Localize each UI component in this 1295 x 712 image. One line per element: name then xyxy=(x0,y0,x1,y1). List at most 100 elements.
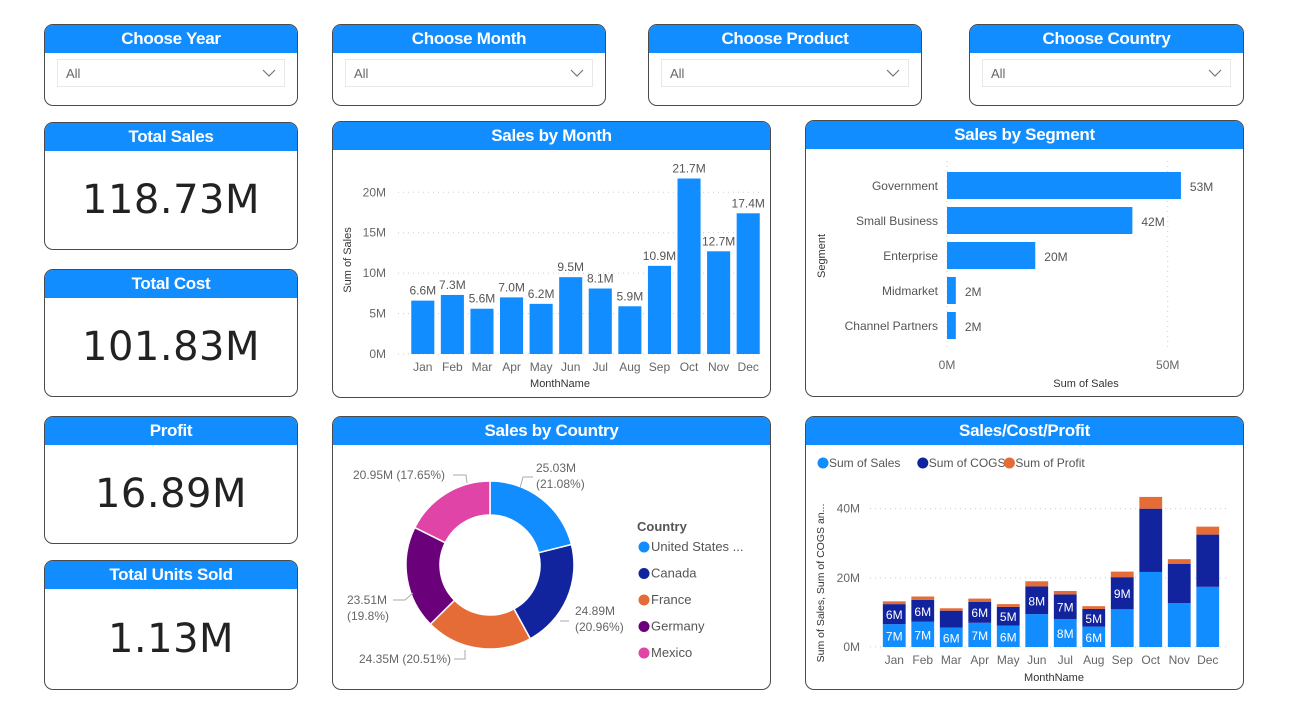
donut-slice xyxy=(413,480,491,544)
legend-marker xyxy=(638,621,650,632)
legend-title: Country xyxy=(637,519,688,534)
stacked-segment xyxy=(996,604,1020,607)
kpi-total-units-sold: Total Units Sold 1.13M xyxy=(44,560,298,690)
data-label: 2M xyxy=(965,320,982,334)
kpi-value: 101.83M xyxy=(82,324,260,370)
y-tick-label: Channel Partners xyxy=(845,319,938,333)
slicer-year: Choose Year All xyxy=(44,24,298,106)
y-tick-label: 0M xyxy=(843,640,860,654)
data-label: 5.9M xyxy=(617,289,644,303)
x-tick-label: Oct xyxy=(680,360,699,374)
x-tick-label: Apr xyxy=(970,653,989,667)
sales-by-country-chart: 25.03M (21.08%) 24.89M (20.96%) 24.35M (20.5… xyxy=(347,461,744,666)
x-axis-title: Sum of Sales xyxy=(1053,378,1119,390)
data-label: 5.6M xyxy=(469,292,496,306)
x-tick-label: 0M xyxy=(939,358,956,372)
x-tick-label: Jul xyxy=(1058,653,1073,667)
legend-marker xyxy=(638,541,650,553)
x-tick-label: Feb xyxy=(912,653,933,667)
kpi-title: Total Sales xyxy=(45,123,297,151)
slicer-title: Choose Country xyxy=(970,25,1243,53)
y-tick-label: Enterprise xyxy=(883,249,938,263)
kpi-value: 1.13M xyxy=(107,616,235,662)
data-label: 25.03M xyxy=(536,461,576,475)
legend-label: Sum of Profit xyxy=(1015,456,1085,470)
data-label: 6M xyxy=(971,606,988,620)
data-label: 6M xyxy=(1000,630,1017,644)
dropdown-value: All xyxy=(66,66,81,81)
data-label: 6M xyxy=(914,605,931,619)
stacked-segment xyxy=(1167,564,1191,604)
x-tick-label: Apr xyxy=(502,360,521,374)
chart-title: Sales by Country xyxy=(333,417,770,445)
chevron-down-icon xyxy=(262,69,276,77)
bar xyxy=(559,277,583,354)
kpi-profit: Profit 16.89M xyxy=(44,416,298,544)
sales-cost-profit-chart: Sum of Sales Sum of COGS Sum of Profit 0M 20… xyxy=(815,456,1230,684)
y-tick-label: 10M xyxy=(363,266,386,280)
product-dropdown[interactable]: All xyxy=(661,59,909,87)
data-label: 8M xyxy=(1057,627,1074,641)
y-tick-label: Midmarket xyxy=(882,284,939,298)
sales-by-segment-visual[interactable]: Sales by Segment 0M 50M Government 53M Small… xyxy=(805,120,1244,397)
legend-marker xyxy=(638,568,650,579)
y-tick-label: 5M xyxy=(369,307,386,321)
sales-by-country-visual[interactable]: Sales by Country 25.03M (21.08%) 24.89M (20… xyxy=(332,416,771,690)
x-tick-label: May xyxy=(997,653,1020,667)
donut-slice xyxy=(489,480,573,554)
data-label: 5M xyxy=(1000,610,1017,624)
data-label: 7.3M xyxy=(439,278,466,292)
bar xyxy=(947,172,1181,199)
stacked-segment xyxy=(1053,590,1077,595)
dropdown-value: All xyxy=(991,66,1006,81)
x-tick-label: Oct xyxy=(1141,653,1160,667)
x-tick-label: Dec xyxy=(738,360,759,374)
legend-marker xyxy=(1003,457,1015,469)
kpi-title: Profit xyxy=(45,417,297,445)
bar xyxy=(440,294,464,354)
stacked-segment xyxy=(911,596,935,600)
kpi-title: Total Cost xyxy=(45,270,297,298)
bar xyxy=(647,265,671,354)
sales-by-month-visual[interactable]: Sales by Month 0M 5M 10M 15M 20M 6.6M Jan 7.3M F… xyxy=(332,121,771,398)
stacked-segment xyxy=(1196,586,1220,647)
x-tick-label: Nov xyxy=(708,360,729,374)
y-tick-label: 40M xyxy=(837,502,860,516)
x-tick-label: 50M xyxy=(1156,358,1179,372)
bar xyxy=(947,242,1036,269)
data-label: 6M xyxy=(886,608,903,622)
year-dropdown[interactable]: All xyxy=(57,59,285,87)
slicer-month: Choose Month All xyxy=(332,24,606,106)
stacked-segment xyxy=(968,598,992,602)
chevron-down-icon xyxy=(570,69,584,77)
y-tick-label: Government xyxy=(872,179,939,193)
chart-title: Sales by Month xyxy=(333,122,770,150)
stacked-segment xyxy=(1110,609,1134,647)
y-axis-title: Sum of Sales xyxy=(342,227,354,293)
month-dropdown[interactable]: All xyxy=(345,59,593,87)
x-tick-label: Jan xyxy=(885,653,904,667)
leader-line xyxy=(393,592,414,601)
slicer-title: Choose Product xyxy=(649,25,921,53)
bar xyxy=(411,300,435,354)
x-tick-label: Sep xyxy=(1112,653,1134,667)
country-dropdown[interactable]: All xyxy=(982,59,1231,87)
x-tick-label: Dec xyxy=(1197,653,1218,667)
x-tick-label: Jan xyxy=(413,360,432,374)
data-label: (20.96%) xyxy=(575,620,624,634)
sales-cost-profit-visual[interactable]: Sales/Cost/Profit Sum of Sales Sum of COG… xyxy=(805,416,1244,690)
data-label: 10.9M xyxy=(643,249,676,263)
kpi-value: 16.89M xyxy=(94,471,248,517)
kpi-total-cost: Total Cost 101.83M xyxy=(44,269,298,397)
stacked-segment xyxy=(1196,534,1220,587)
data-label: 6M xyxy=(943,631,960,645)
bar xyxy=(618,306,642,354)
data-label: 42M xyxy=(1141,215,1164,229)
data-label: 53M xyxy=(1190,180,1213,194)
x-tick-label: Jun xyxy=(561,360,580,374)
y-axis-title: Segment xyxy=(816,234,828,278)
data-label: 20.95M (17.65%) xyxy=(353,468,445,482)
data-label: 2M xyxy=(965,285,982,299)
stacked-segment xyxy=(1025,614,1049,647)
slicer-product: Choose Product All xyxy=(648,24,922,106)
